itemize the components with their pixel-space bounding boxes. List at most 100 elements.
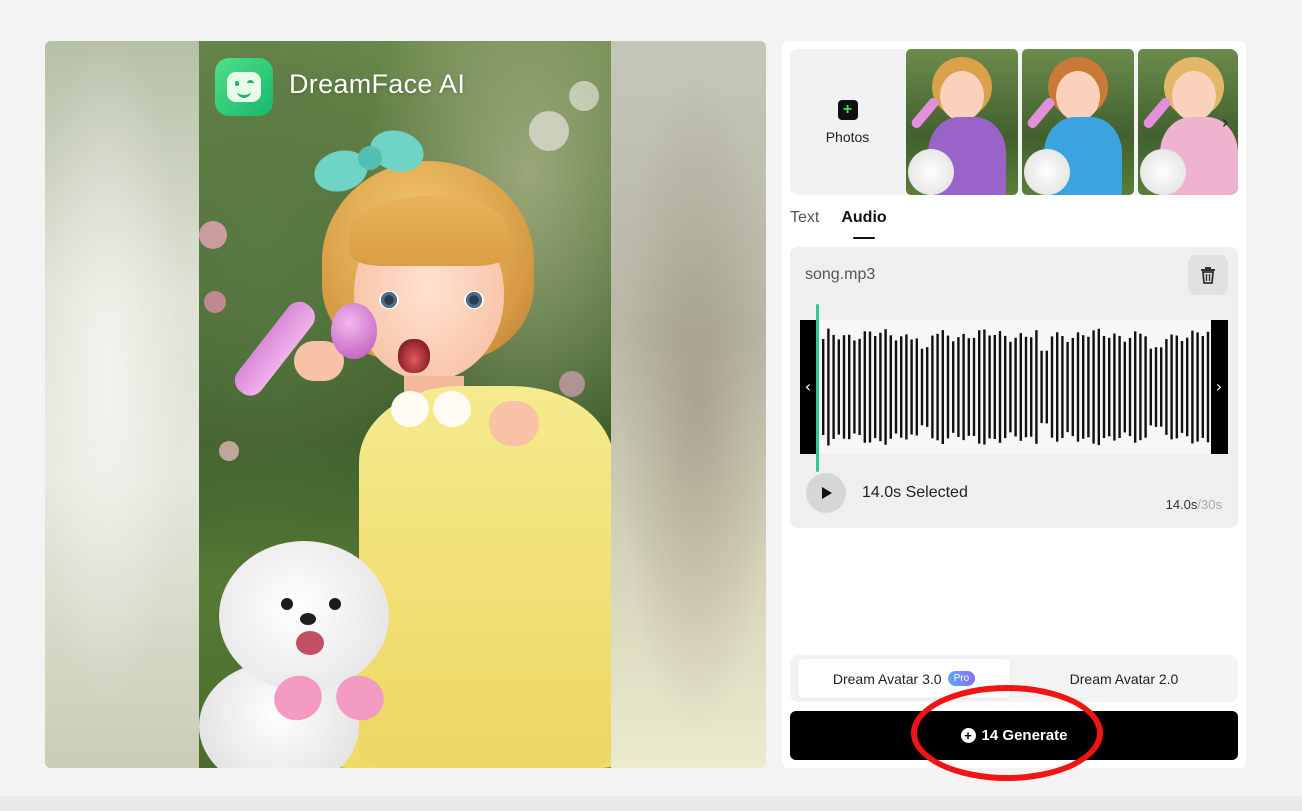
dog-eye-left xyxy=(281,598,293,610)
window-bottom-strip xyxy=(0,796,1302,811)
delete-audio-button[interactable] xyxy=(1188,255,1228,295)
dog-bow xyxy=(274,671,384,731)
waveform-bar xyxy=(910,339,913,435)
preview-image: DreamFace AI xyxy=(199,41,611,768)
dog-nose xyxy=(300,613,316,625)
microphone-head xyxy=(331,303,377,359)
waveform-bar xyxy=(900,336,903,438)
waveform-bar xyxy=(1201,336,1204,438)
waveform-bar xyxy=(1191,330,1194,444)
waveform-bar xyxy=(1123,341,1126,433)
waveform-bar xyxy=(868,331,872,443)
chevron-left-icon: ‹ xyxy=(805,377,811,396)
waveform-bar xyxy=(967,338,970,436)
waveform-bar xyxy=(1118,335,1121,438)
chevron-right-icon[interactable]: › xyxy=(1216,111,1234,133)
waveform-bar xyxy=(952,341,955,433)
pro-badge: Pro xyxy=(947,671,976,686)
play-icon xyxy=(822,487,832,499)
waveform-bar xyxy=(931,335,934,439)
audio-card: song.mp3 ‹ › 14.0s Selected 14.0s/30s xyxy=(790,247,1238,528)
waveform-bar xyxy=(1061,336,1064,438)
dog-mouth xyxy=(296,631,324,655)
waveform-bar xyxy=(894,340,898,434)
preview-blur-right xyxy=(611,41,766,768)
waveform-bar xyxy=(842,335,846,439)
play-button[interactable] xyxy=(806,473,846,513)
waveform-bar xyxy=(1030,337,1033,437)
waveform-bar xyxy=(972,337,976,436)
waveform-bar xyxy=(1076,332,1080,442)
waveform-bar xyxy=(1092,330,1095,444)
waveform-bar xyxy=(998,331,1002,443)
input-mode-tabs: Text Audio xyxy=(790,209,887,239)
waveform-bar xyxy=(926,347,929,427)
plus-icon: + xyxy=(837,99,858,120)
waveform-bar xyxy=(1102,335,1106,439)
waveform-bar xyxy=(1056,332,1059,442)
girl-eye-left xyxy=(379,291,399,309)
waveform-bar xyxy=(837,339,840,435)
model-label: Dream Avatar 2.0 xyxy=(1069,670,1179,687)
waveform-bar xyxy=(853,340,856,434)
preview-blur-left xyxy=(45,41,200,768)
audio-waveform[interactable]: ‹ › xyxy=(800,320,1228,454)
waveform-bar xyxy=(889,335,892,439)
hair-bow xyxy=(309,111,429,221)
waveform-bar xyxy=(983,329,986,445)
waveform-bar xyxy=(946,335,950,439)
tab-text[interactable]: Text xyxy=(790,209,819,239)
waveform-bar xyxy=(920,348,924,426)
chevron-right-icon: › xyxy=(1216,377,1222,396)
waveform-bar xyxy=(1154,347,1158,427)
waveform-bar xyxy=(1024,336,1028,438)
waveform-bar xyxy=(936,333,939,441)
waveform-bar xyxy=(1175,335,1178,439)
yellow-dress xyxy=(359,386,611,768)
brand-watermark: DreamFace AI xyxy=(289,69,466,99)
waveform-bar xyxy=(858,338,861,435)
waveform-bar xyxy=(978,330,981,444)
tab-audio[interactable]: Audio xyxy=(841,209,887,239)
add-photos-button[interactable]: + Photos xyxy=(790,49,905,195)
dress-bow xyxy=(391,391,471,441)
waveform-bar xyxy=(993,335,996,439)
model-label: Dream Avatar 3.0 xyxy=(832,670,942,687)
duration-max: /30s xyxy=(1197,497,1222,512)
waveform-bar xyxy=(905,334,908,440)
duration-current: 14.0s xyxy=(1165,497,1198,512)
waveform-bar xyxy=(1206,331,1210,443)
waveform-bar xyxy=(1180,341,1184,433)
selection-duration-label: 14.0s Selected xyxy=(862,484,968,501)
waveform-bar xyxy=(1019,333,1022,441)
waveform-bar xyxy=(1108,337,1111,437)
waveform-bar xyxy=(884,329,887,445)
dreamface-logo xyxy=(215,58,273,116)
waveform-bar xyxy=(1066,341,1069,433)
waveform-bar xyxy=(1113,333,1116,441)
photo-thumbnail[interactable] xyxy=(906,49,1018,195)
playhead[interactable] xyxy=(816,304,819,472)
waveform-bar xyxy=(1186,337,1189,437)
waveform-bar xyxy=(1134,331,1137,443)
waveform-bar xyxy=(1160,347,1163,427)
waveform-bar xyxy=(1035,330,1038,444)
waveform-bar xyxy=(915,338,918,436)
waveform-bar xyxy=(1097,328,1100,446)
waveform-bar xyxy=(822,339,825,435)
waveform-bar xyxy=(874,336,877,439)
highlight-annotation xyxy=(911,685,1103,781)
waveform-bar xyxy=(1004,335,1007,439)
waveform-bar xyxy=(1170,334,1173,440)
waveform-bar xyxy=(827,328,830,446)
waveform-bar xyxy=(1139,333,1142,441)
waveform-bar xyxy=(1087,336,1090,438)
waveform-bar xyxy=(1045,350,1048,424)
girl-hand-right xyxy=(489,401,539,446)
waveform-bar xyxy=(1149,348,1152,426)
waveform-bar xyxy=(1071,337,1074,437)
waveform-bar xyxy=(1196,332,1199,442)
photo-strip: + Photos › xyxy=(790,49,1238,195)
waveform-bar xyxy=(1014,337,1017,437)
photo-thumbnail[interactable] xyxy=(1022,49,1134,195)
